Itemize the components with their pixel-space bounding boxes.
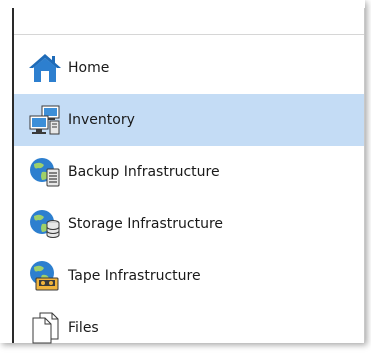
home-icon	[26, 49, 64, 87]
nav-item-inventory[interactable]: Inventory	[14, 94, 364, 146]
backup-infrastructure-icon	[26, 153, 64, 191]
nav-item-label: Storage Infrastructure	[68, 216, 224, 232]
nav-item-tape-infrastructure[interactable]: Tape Infrastructure	[14, 250, 364, 302]
nav-item-label: Files	[68, 320, 99, 336]
panel-header	[14, 8, 364, 35]
nav-list: Home Inventory Backup Infrastructure Sto…	[14, 42, 364, 354]
nav-item-files[interactable]: Files	[14, 302, 364, 354]
inventory-icon	[26, 101, 64, 139]
nav-item-backup-infrastructure[interactable]: Backup Infrastructure	[14, 146, 364, 198]
files-icon	[26, 309, 64, 347]
nav-item-storage-infrastructure[interactable]: Storage Infrastructure	[14, 198, 364, 250]
nav-item-label: Inventory	[68, 112, 135, 128]
navigation-panel: Home Inventory Backup Infrastructure Sto…	[0, 0, 365, 344]
nav-item-label: Tape Infrastructure	[68, 268, 201, 284]
nav-item-home[interactable]: Home	[14, 42, 364, 94]
storage-infrastructure-icon	[26, 205, 64, 243]
nav-item-label: Home	[68, 60, 110, 76]
nav-item-label: Backup Infrastructure	[68, 164, 220, 180]
panel-right-border	[364, 8, 365, 343]
tape-infrastructure-icon	[26, 257, 64, 295]
